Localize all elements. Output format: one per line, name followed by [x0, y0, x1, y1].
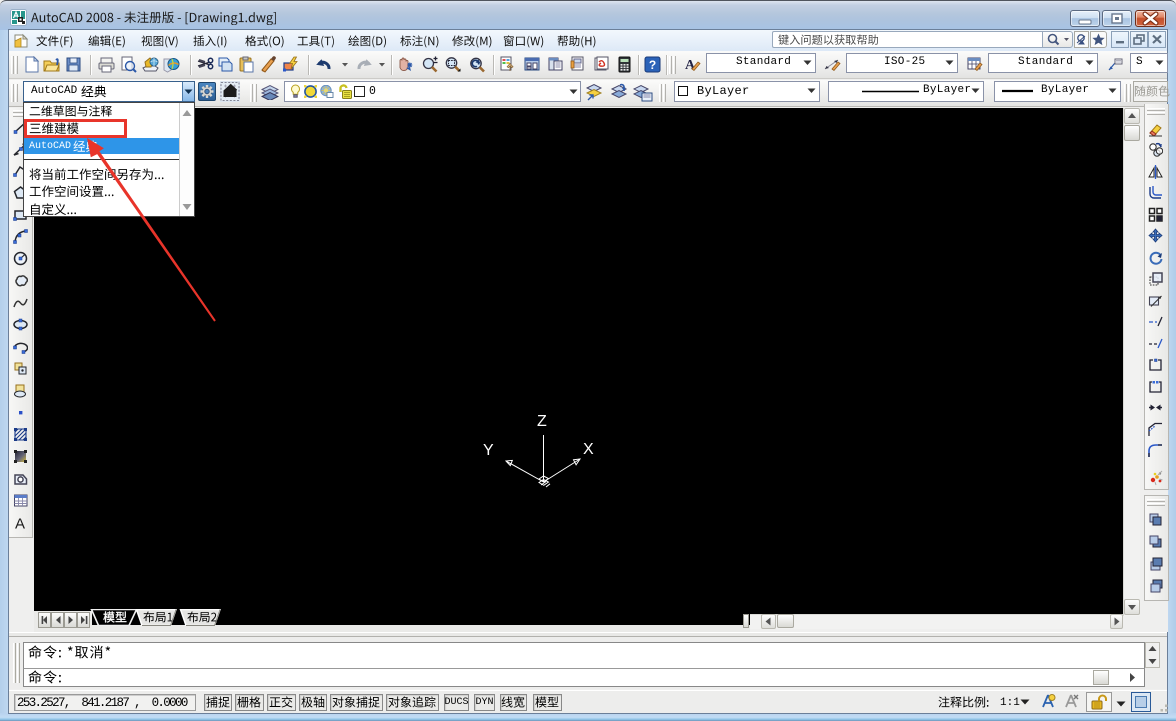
svg-text:?: ?: [649, 58, 656, 72]
svg-text:X: X: [583, 441, 594, 458]
svg-text:A: A: [685, 58, 696, 73]
svg-text:Y: Y: [483, 442, 494, 459]
svg-text:A: A: [15, 516, 25, 531]
svg-text:Z: Z: [537, 413, 547, 430]
